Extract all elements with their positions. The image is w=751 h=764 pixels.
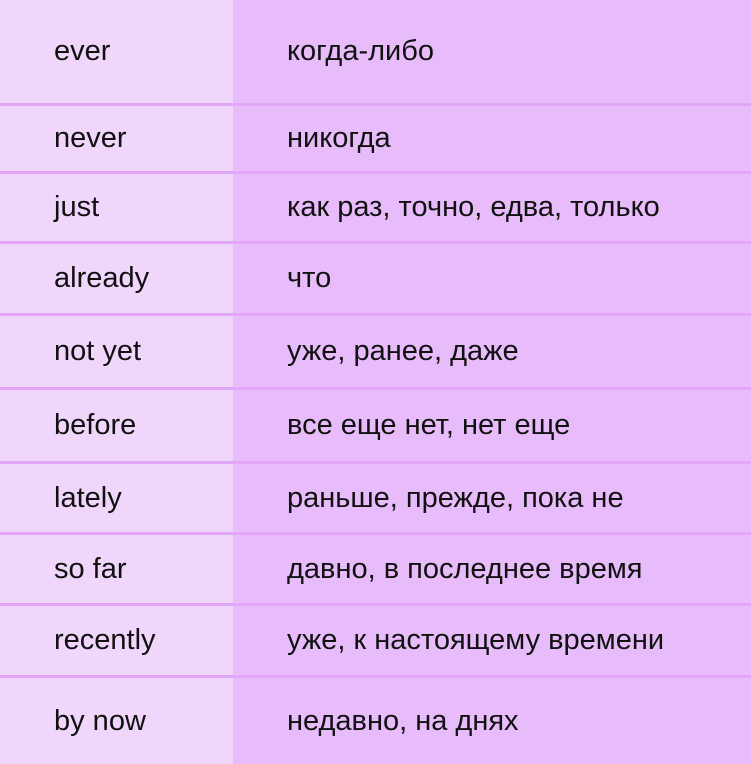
english-word: already — [0, 244, 233, 313]
table-row: lately раньше, прежде, пока не — [0, 464, 751, 532]
russian-translation: уже, к настоящему времени — [233, 606, 751, 675]
vocabulary-table: ever когда-либо never никогда just как раз, т… — [0, 0, 751, 764]
table-row: never никогда — [0, 106, 751, 171]
row-divider — [0, 603, 751, 606]
table-row: not yet уже, ранее, даже — [0, 316, 751, 387]
russian-translation: давно, в последнее время — [233, 535, 751, 603]
english-word: just — [0, 174, 233, 241]
english-word: never — [0, 106, 233, 171]
table-row: so far давно, в последнее время — [0, 535, 751, 603]
row-divider — [0, 103, 751, 106]
russian-translation: когда-либо — [233, 0, 751, 103]
russian-translation: раньше, прежде, пока не — [233, 464, 751, 532]
table-row: just как раз, точно, едва, только — [0, 174, 751, 241]
english-word: by now — [0, 678, 233, 764]
row-divider — [0, 241, 751, 244]
english-word: recently — [0, 606, 233, 675]
russian-translation: все еще нет, нет еще — [233, 390, 751, 461]
russian-translation: никогда — [233, 106, 751, 171]
english-word: lately — [0, 464, 233, 532]
row-divider — [0, 387, 751, 390]
table-row: before все еще нет, нет еще — [0, 390, 751, 461]
russian-translation: что — [233, 244, 751, 313]
table-row: recently уже, к настоящему времени — [0, 606, 751, 675]
english-word: not yet — [0, 316, 233, 387]
table-row: ever когда-либо — [0, 0, 751, 103]
row-divider — [0, 171, 751, 174]
table-row: by now недавно, на днях — [0, 678, 751, 764]
row-divider — [0, 313, 751, 316]
row-divider — [0, 532, 751, 535]
english-word: before — [0, 390, 233, 461]
row-divider — [0, 675, 751, 678]
english-word: so far — [0, 535, 233, 603]
row-divider — [0, 461, 751, 464]
english-word: ever — [0, 0, 233, 103]
russian-translation: недавно, на днях — [233, 678, 751, 764]
russian-translation: уже, ранее, даже — [233, 316, 751, 387]
russian-translation: как раз, точно, едва, только — [233, 174, 751, 241]
table-row: already что — [0, 244, 751, 313]
